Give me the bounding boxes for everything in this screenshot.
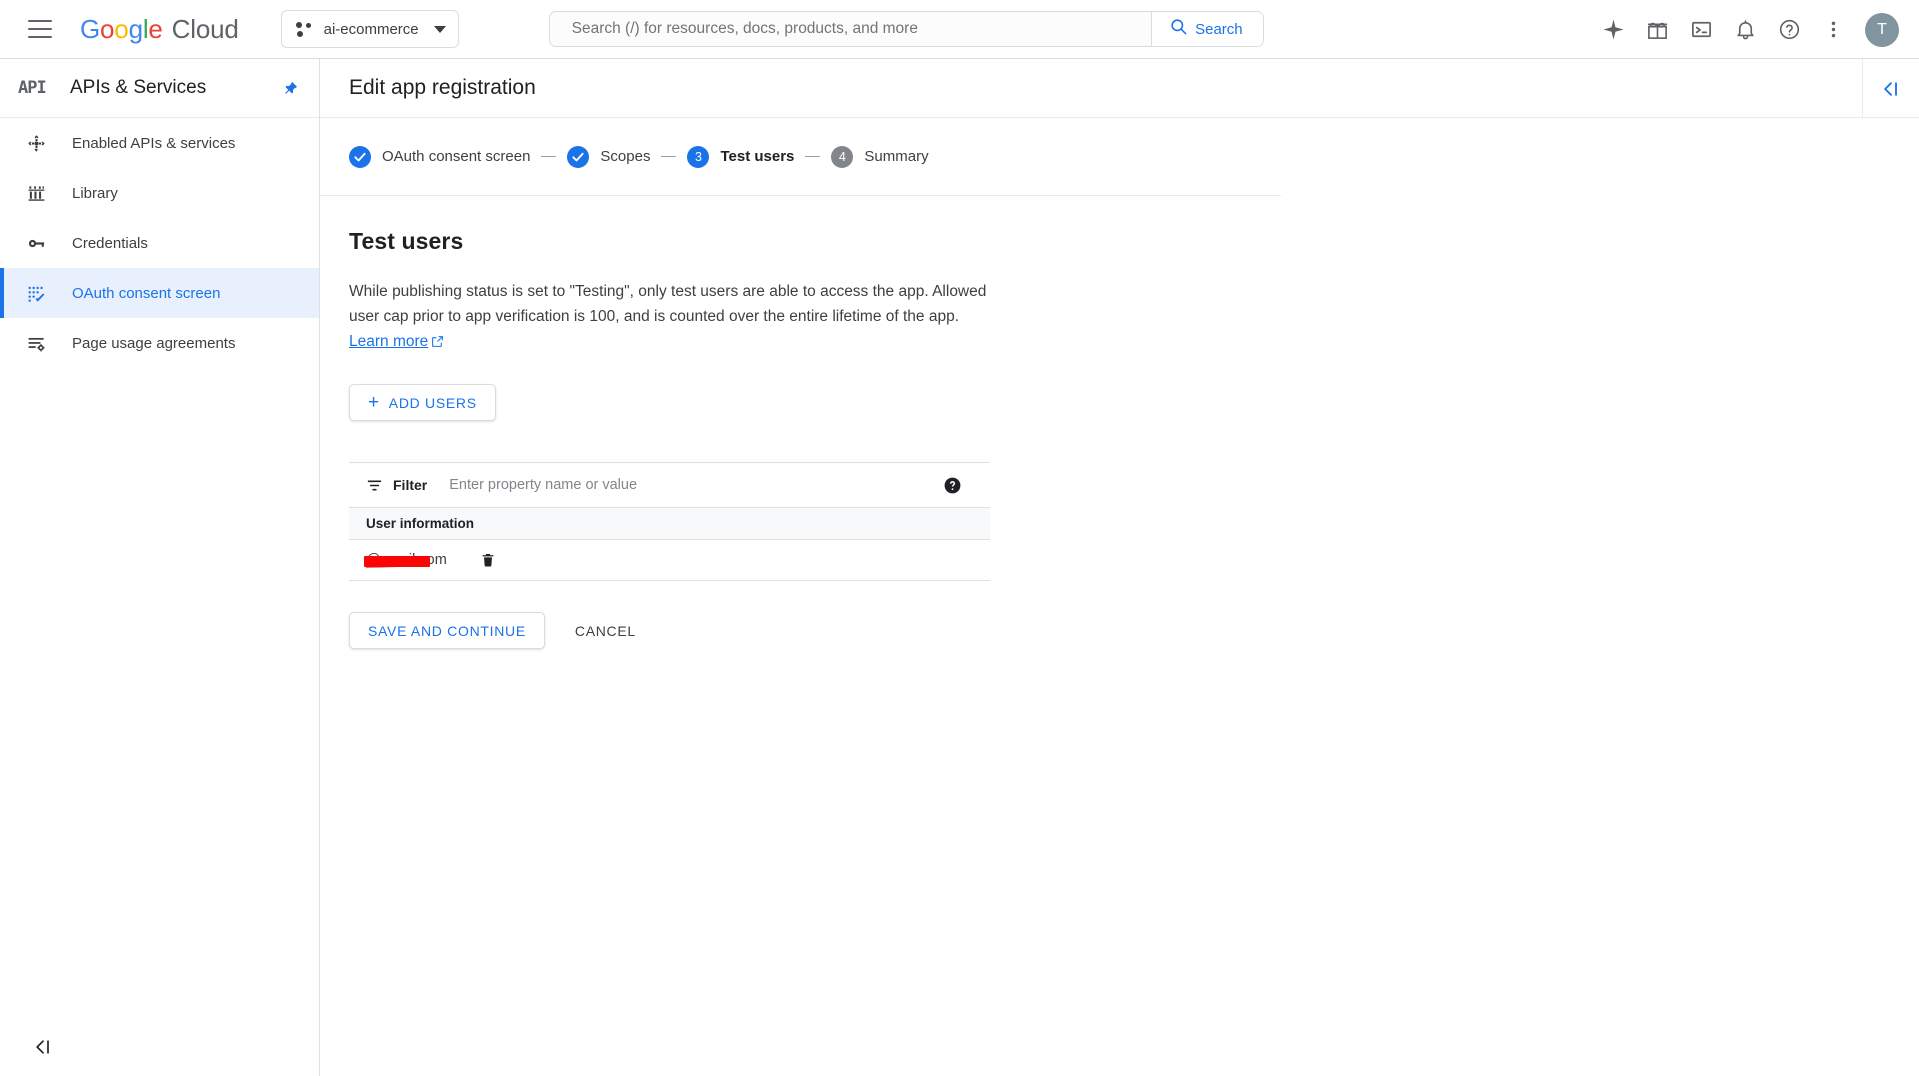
redaction-overlay	[364, 556, 430, 567]
table-header: User information	[349, 507, 990, 540]
collapse-right-panel-icon[interactable]	[1862, 59, 1919, 118]
sidebar-item-page-usage-agreements[interactable]: Page usage agreements	[0, 318, 319, 368]
main-content: Edit app registration OAuth consent scre…	[320, 59, 1919, 1076]
hamburger-menu-icon[interactable]	[28, 20, 52, 38]
project-selector[interactable]: ai-ecommerce	[280, 10, 459, 48]
step-separator	[805, 156, 821, 157]
gemini-sparkle-icon[interactable]	[1591, 8, 1635, 52]
step-scopes[interactable]: Scopes	[567, 145, 651, 168]
gift-icon[interactable]	[1635, 8, 1679, 52]
add-users-button[interactable]: + ADD USERS	[349, 384, 496, 421]
add-users-label: ADD USERS	[388, 394, 477, 411]
chevron-down-icon	[433, 25, 446, 33]
google-wordmark: Google	[80, 13, 163, 44]
step-label: Summary	[864, 148, 929, 165]
step-check-icon	[349, 145, 371, 168]
step-separator	[661, 156, 677, 157]
cancel-button[interactable]: CANCEL	[557, 612, 654, 649]
filter-label: Filter	[393, 477, 428, 493]
search-icon	[1169, 17, 1188, 41]
google-cloud-logo[interactable]: Google Cloud	[80, 14, 239, 45]
step-separator	[541, 156, 557, 157]
more-vert-icon[interactable]	[1811, 8, 1855, 52]
sidebar-item-label: Enabled APIs & services	[72, 134, 236, 152]
step-label: OAuth consent screen	[382, 148, 531, 165]
sidebar-item-library[interactable]: Library	[0, 168, 319, 218]
sidebar-item-oauth-consent-screen[interactable]: OAuth consent screen	[0, 268, 319, 318]
api-logo: API	[18, 78, 47, 98]
save-and-continue-button[interactable]: SAVE AND CONTINUE	[349, 612, 545, 649]
sidebar-header: API APIs & Services	[0, 59, 319, 118]
filter-row: Filter	[349, 462, 990, 507]
sidebar: API APIs & Services Enabled APIs & servi…	[0, 59, 320, 1076]
page-usage-agreements-icon	[22, 334, 50, 353]
top-bar-icons: T	[1591, 0, 1905, 59]
filter-input[interactable]	[447, 476, 943, 494]
pin-icon[interactable]	[282, 80, 299, 97]
help-filled-icon[interactable]	[943, 476, 962, 495]
save-and-continue-label: SAVE AND CONTINUE	[368, 622, 526, 639]
step-summary[interactable]: 4 Summary	[831, 145, 929, 168]
search-input[interactable]	[549, 12, 1152, 46]
library-icon	[22, 184, 50, 203]
test-users-table: Filter User information @gmail.com	[349, 462, 990, 581]
sidebar-item-label: OAuth consent screen	[72, 284, 221, 302]
step-label: Scopes	[600, 148, 651, 165]
section-title: Test users	[349, 228, 464, 254]
cloud-wordmark: Cloud	[171, 13, 239, 44]
section-description: While publishing status is set to "Testi…	[349, 279, 997, 356]
sidebar-item-label: Credentials	[72, 234, 148, 252]
step-label: Test users	[720, 148, 795, 165]
sidebar-item-enabled-apis-services[interactable]: Enabled APIs & services	[0, 118, 319, 168]
external-link-icon[interactable]	[431, 331, 444, 356]
trash-icon[interactable]	[480, 552, 496, 568]
step-number-badge: 3	[687, 145, 710, 168]
step-check-icon	[567, 145, 590, 168]
cancel-label: CANCEL	[574, 622, 636, 639]
page-header: Edit app registration	[320, 59, 1919, 118]
project-name: ai-ecommerce	[323, 20, 419, 38]
notifications-bell-icon[interactable]	[1723, 8, 1767, 52]
avatar-initial: T	[1877, 20, 1887, 38]
learn-more-link[interactable]: Learn more	[349, 333, 428, 350]
page-title: Edit app registration	[349, 76, 536, 99]
sidebar-item-label: Page usage agreements	[72, 334, 236, 352]
sidebar-item-label: Library	[72, 184, 118, 202]
sidebar-item-credentials[interactable]: Credentials	[0, 218, 319, 268]
cloud-shell-terminal-icon[interactable]	[1679, 8, 1723, 52]
plus-icon: +	[368, 392, 380, 413]
search-button-label: Search	[1195, 20, 1243, 38]
description-text: While publishing status is set to "Testi…	[349, 283, 987, 325]
step-number-badge: 4	[831, 145, 854, 168]
test-user-email: @gmail.com	[364, 552, 447, 568]
body-area: Test users While publishing status is se…	[320, 196, 1919, 649]
action-buttons: SAVE AND CONTINUE CANCEL	[349, 612, 1919, 649]
step-oauth-consent-screen[interactable]: OAuth consent screen	[349, 145, 531, 168]
enabled-apis-icon	[22, 134, 50, 153]
top-app-bar: Google Cloud ai-ecommerce Search (/) for…	[0, 0, 1919, 59]
oauth-consent-icon	[22, 284, 50, 303]
avatar[interactable]: T	[1865, 12, 1899, 47]
column-header-user-information: User information	[366, 516, 475, 531]
sidebar-title: APIs & Services	[70, 77, 207, 98]
filter-icon[interactable]	[366, 477, 383, 494]
learn-more-label: Learn more	[349, 333, 429, 350]
step-test-users[interactable]: 3 Test users	[687, 145, 795, 168]
key-icon	[22, 234, 50, 253]
collapse-left-icon[interactable]	[22, 1026, 64, 1068]
project-dots-icon	[295, 21, 313, 37]
stepper: OAuth consent screen Scopes 3 Test users…	[320, 118, 1281, 196]
table-row: @gmail.com	[349, 540, 990, 581]
help-question-icon[interactable]	[1767, 8, 1811, 52]
search-button[interactable]: Search	[1151, 12, 1263, 46]
search-bar[interactable]: Search	[548, 11, 1264, 47]
